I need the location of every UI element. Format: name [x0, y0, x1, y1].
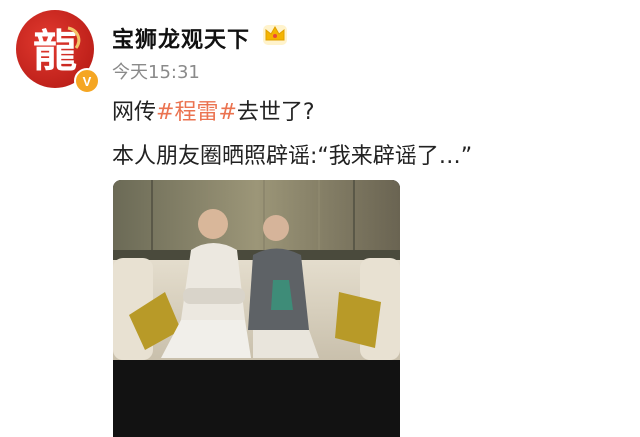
post-timestamp: 今天15:31 — [112, 62, 200, 83]
hashtag-link[interactable]: #程雷# — [156, 100, 237, 125]
verified-badge-icon: V — [74, 68, 100, 94]
username[interactable]: 宝狮龙观天下 — [112, 22, 250, 54]
crown-icon — [262, 22, 288, 46]
text-prefix: 网传 — [112, 100, 157, 125]
avatar-character: 龍 — [33, 26, 77, 77]
text-suffix: 去世了? — [236, 100, 315, 125]
post-text-line-2: 本人朋友圈晒照辟谣:“我来辟谣了…” — [112, 144, 473, 169]
post-text-line-1: 网传#程雷#去世了? — [112, 94, 315, 126]
post-photo[interactable] — [113, 180, 400, 437]
